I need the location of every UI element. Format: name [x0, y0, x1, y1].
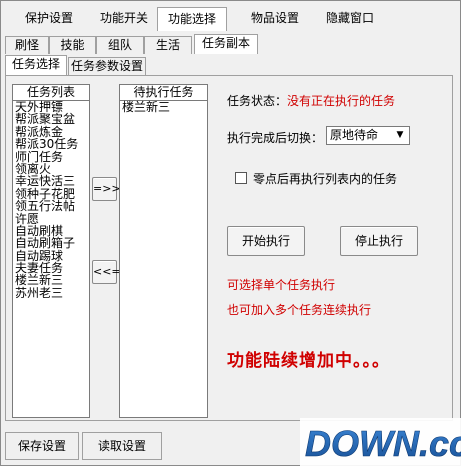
task-status-value: 没有正在执行的任务: [287, 94, 396, 108]
tab-life[interactable]: 生活: [144, 36, 192, 54]
hint-multi: 也可加入多个任务连续执行: [227, 303, 372, 317]
task-list-item[interactable]: 自动刷箱子: [13, 237, 89, 250]
tab-task-dungeon[interactable]: 任务副本: [194, 34, 258, 54]
task-list-item[interactable]: 苏州老三: [13, 286, 89, 299]
tab-feature-select[interactable]: 功能选择: [157, 7, 227, 31]
more-coming-text: 功能陆续增加中。。。: [227, 351, 390, 371]
task-status-row: 任务状态：没有正在执行的任务: [227, 92, 395, 109]
pending-list-header: 待执行任务: [120, 85, 207, 101]
tab-feature-switch[interactable]: 功能开关: [92, 7, 156, 31]
add-task-button[interactable]: =>>: [92, 177, 121, 201]
start-button[interactable]: 开始执行: [227, 226, 305, 256]
tab-task-params[interactable]: 任务参数设置: [68, 57, 146, 76]
tab-kill-monsters[interactable]: 刷怪: [5, 36, 49, 54]
pending-task-list[interactable]: 待执行任务 楼兰新三: [119, 84, 208, 418]
switch-after-select[interactable]: 原地待命 ▼: [326, 126, 410, 145]
save-settings-button[interactable]: 保存设置: [5, 432, 79, 460]
chevron-down-icon[interactable]: ▼: [393, 128, 407, 143]
down-cc-logo: DOWN.cc: [300, 418, 461, 466]
tab-protection-settings[interactable]: 保护设置: [18, 7, 80, 31]
tab-item-settings[interactable]: 物品设置: [243, 7, 307, 31]
task-list-item[interactable]: 幸运快活三: [13, 175, 89, 188]
task-list[interactable]: 任务列表 天外押镖 帮派聚宝盆 帮派炼金 帮派30任务 师门任务 领离火 幸运快活三 领种子花…: [12, 84, 90, 418]
pending-list-item[interactable]: 楼兰新三: [120, 101, 207, 114]
remove-task-button[interactable]: <<=: [92, 260, 121, 284]
task-list-item[interactable]: 楼兰新三: [13, 274, 89, 287]
tab-hide-window[interactable]: 隐藏窗口: [318, 7, 382, 31]
hint-single: 可选择单个任务执行: [227, 278, 336, 292]
switch-after-value: 原地待命: [330, 128, 379, 142]
task-list-item[interactable]: 帮派聚宝盆: [13, 113, 89, 126]
midnight-checkbox[interactable]: [235, 172, 247, 184]
watermark-text: DOWN.cc: [305, 423, 461, 464]
task-list-item[interactable]: 帮派30任务: [13, 138, 89, 151]
tab-skills[interactable]: 技能: [49, 36, 96, 54]
task-status-label: 任务状态：: [227, 94, 288, 108]
stop-button[interactable]: 停止执行: [340, 226, 418, 256]
load-settings-button[interactable]: 读取设置: [82, 432, 162, 460]
task-list-item[interactable]: 领五行法帖: [13, 200, 89, 213]
switch-after-label: 执行完成后切换：: [227, 131, 324, 145]
tab-party[interactable]: 组队: [96, 36, 144, 54]
midnight-option-label: 零点后再执行列表内的任务: [253, 172, 398, 186]
tab-task-select[interactable]: 任务选择: [5, 55, 67, 76]
task-list-header: 任务列表: [13, 85, 89, 101]
